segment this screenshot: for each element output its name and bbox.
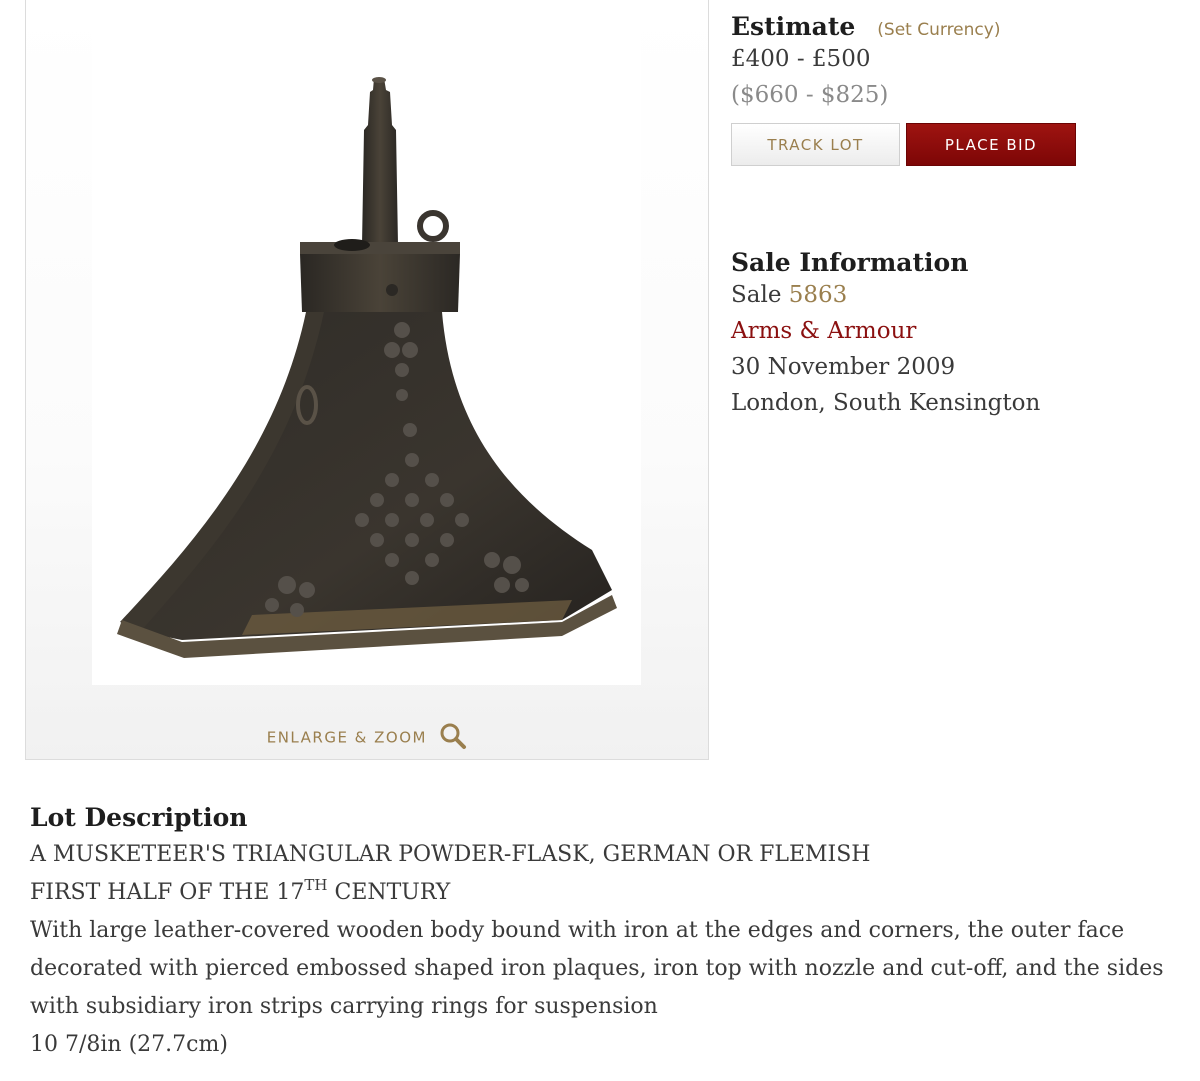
lot-dimensions: 10 7/8in (27.7cm) (30, 1032, 228, 1057)
set-currency-link[interactable]: (Set Currency) (877, 20, 1000, 40)
estimate-usd: ($660 - $825) (731, 82, 889, 108)
lot-title-suffix: CENTURY (327, 880, 451, 905)
enlarge-zoom-link[interactable]: ENLARGE & ZOOM (26, 722, 708, 754)
lot-details-column: Estimate (Set Currency) £400 - £500 ($66… (731, 12, 1171, 421)
lot-title-line2: FIRST HALF OF THE 17TH CENTURY (30, 874, 1180, 912)
enlarge-zoom-label: ENLARGE & ZOOM (266, 728, 427, 747)
lot-title-superscript: TH (304, 876, 328, 894)
track-lot-button[interactable]: TRACK LOT (731, 123, 900, 166)
sale-information: Sale Information Sale 5863 Arms & Armour… (731, 248, 1171, 421)
lot-title-century: FIRST HALF OF THE 17 (30, 880, 305, 905)
lot-actions: TRACK LOT PLACE BID (731, 123, 1171, 166)
sale-date: 30 November 2009 (731, 354, 956, 380)
lot-image[interactable] (92, 30, 641, 685)
lot-title-line1: A MUSKETEER'S TRIANGULAR POWDER-FLASK, G… (30, 842, 871, 867)
estimate-heading: Estimate (731, 12, 856, 41)
sale-prefix: Sale (731, 282, 782, 308)
sale-information-heading: Sale Information (731, 248, 969, 277)
lot-description: Lot Description A MUSKETEER'S TRIANGULAR… (30, 800, 1180, 1064)
sale-location: London, South Kensington (731, 390, 1041, 416)
powder-flask-illustration (117, 77, 617, 658)
lot-image-panel: ENLARGE & ZOOM (25, 0, 709, 760)
estimate-gbp: £400 - £500 (731, 46, 871, 72)
sale-number-line: Sale 5863 (731, 277, 1171, 313)
sale-name-link[interactable]: Arms & Armour (731, 313, 1171, 349)
estimate-header: Estimate (Set Currency) (731, 12, 1171, 41)
lot-description-body: With large leather-covered wooden body b… (30, 918, 1164, 1019)
lot-description-heading: Lot Description (30, 803, 248, 832)
magnifier-icon (439, 722, 467, 754)
place-bid-button[interactable]: PLACE BID (906, 123, 1076, 166)
sale-number-link[interactable]: 5863 (789, 282, 848, 308)
